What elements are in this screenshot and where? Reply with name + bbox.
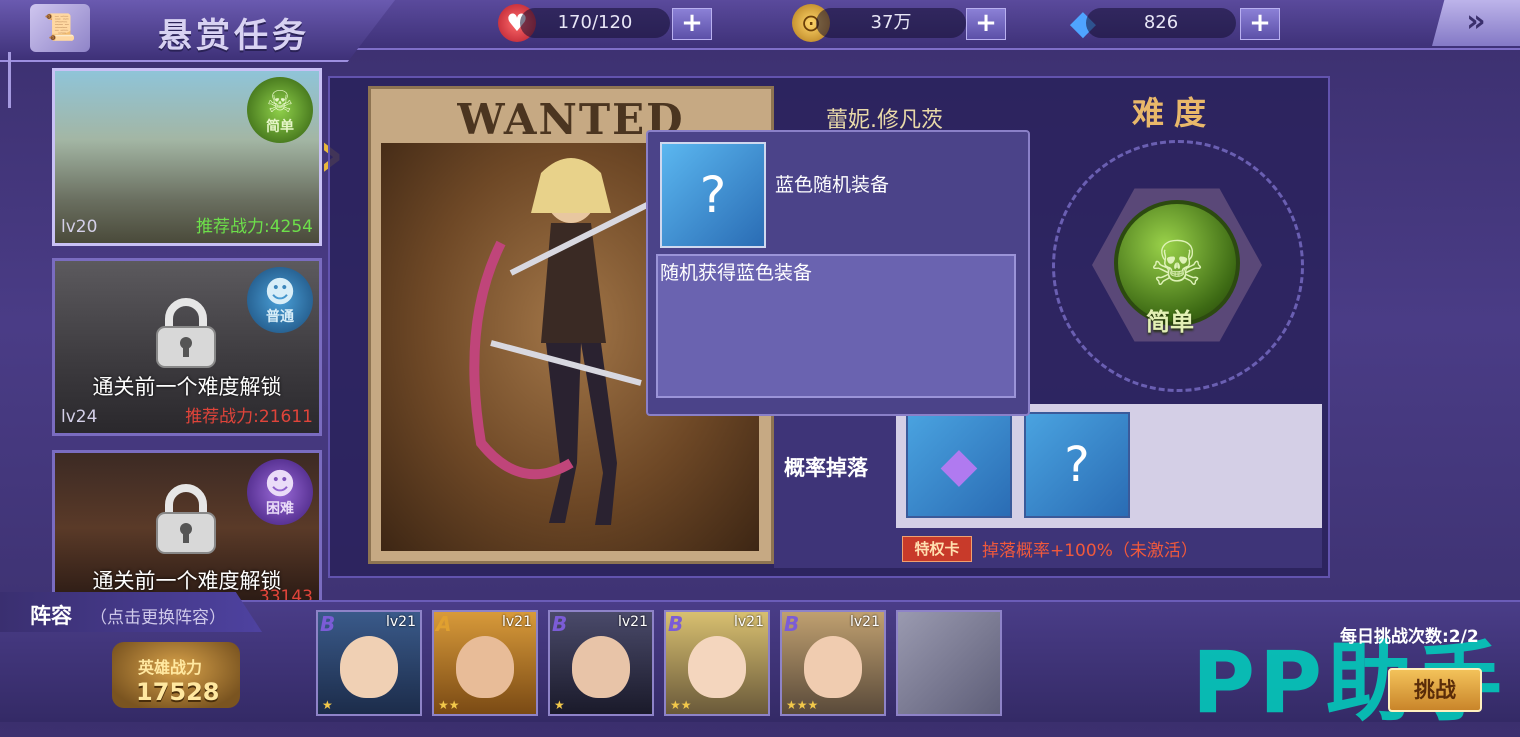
hero-level: lv21 [734,614,764,630]
drop-item-purple-crystal[interactable]: ◆ [906,412,1012,518]
lineup-title: 阵容 [30,604,72,628]
tooltip-description: 随机获得蓝色装备 [660,262,813,284]
stage-recommended-power: 推荐战力:21611 [185,407,313,427]
lineup-hint[interactable]: （点击更换阵容） [90,603,226,628]
difficulty-title: 难度 [1132,94,1217,132]
hero-power-title: 英雄战力 [138,658,203,677]
stamina-value: 170/120 [557,12,633,33]
difficulty-level: 简单 [1146,308,1194,336]
hero-slot-3[interactable]: B lv21 ★ [548,610,654,716]
add-stamina-button[interactable]: + [672,8,712,40]
drops-label: 概率掉落 [784,456,868,480]
lock-icon [156,484,216,554]
purple-crystal-icon: ◆ [940,437,978,493]
tooltip-item-name: 蓝色随机装备 [775,174,890,196]
hero-rank: A [436,612,452,636]
hero-power-value: 17528 [136,678,220,706]
stage-difficulty-label: 普通 [266,308,294,325]
hero-stars: ★★ [670,698,692,712]
hero-slot-1[interactable]: B lv21 ★ [316,610,422,716]
hero-stars: ★ [554,698,565,712]
lock-icon [156,298,216,368]
add-gold-button[interactable]: + [966,8,1006,40]
scroll-indicator [8,52,11,108]
stage-card-normal[interactable]: ☻ 普通 通关前一个难度解锁 lv24 推荐战力:21611 [52,258,322,436]
hero-portrait [688,636,746,698]
hero-portrait [456,636,514,698]
hero-level: lv21 [618,614,648,630]
hero-rank: B [668,612,684,636]
demon-icon: ☻ 困难 [247,459,313,525]
hero-portrait [804,636,862,698]
hero-slot-2[interactable]: A lv21 ★★ [432,610,538,716]
add-gems-button[interactable]: + [1240,8,1280,40]
blue-random-equipment-icon: ? [660,142,766,248]
stage-recommended-power: 推荐战力:4254 [196,217,313,237]
hero-stars: ★★★ [786,698,819,712]
hero-level: lv21 [386,614,416,630]
hero-portrait [572,636,630,698]
challenge-button[interactable]: 挑战 [1388,668,1482,712]
stage-difficulty-label: 简单 [266,118,294,135]
hero-slot-4[interactable]: B lv21 ★★ [664,610,770,716]
gems-value: 826 [1143,12,1179,33]
privilege-card-badge[interactable]: 特权卡 [902,536,972,562]
demon-icon: ☻ 普通 [247,267,313,333]
page-title: 悬赏任务 [158,16,310,56]
hero-portrait [340,636,398,698]
scroll-icon: 📜 [30,4,90,52]
hero-level: lv21 [502,614,532,630]
hero-level: lv21 [850,614,880,630]
stage-level: lv20 [61,217,98,237]
stage-card-easy[interactable]: ☠ 简单 lv20 推荐战力:4254 [52,68,322,246]
daily-challenge-count: 每日挑战次数:2/2 [1340,627,1479,647]
hero-slot-empty[interactable] [896,610,1002,716]
hero-stars: ★★ [438,698,460,712]
skull-icon: ☠ 简单 [247,77,313,143]
hero-rank: B [320,612,336,636]
hero-rank: B [784,612,800,636]
stage-card-hard[interactable]: ☻ 困难 通关前一个难度解锁 33143 [52,450,322,606]
drop-item-random-equipment[interactable]: ? [1024,412,1130,518]
blue-random-equipment-icon: ? [1064,437,1090,493]
gold-bar: 37万 [816,8,966,38]
hero-stars: ★ [322,698,333,712]
stamina-bar: 170/120 [520,8,670,38]
back-button[interactable]: » [1432,0,1520,46]
stage-level: lv24 [61,407,98,427]
gems-bar: 826 [1086,8,1236,38]
hero-rank: B [552,612,568,636]
gold-value: 37万 [870,12,912,33]
unlock-hint: 通关前一个难度解锁 [92,375,282,399]
privilege-drop-bonus: 掉落概率+100%（未激活） [982,541,1198,561]
stage-difficulty-label: 困难 [266,500,294,517]
hero-slot-5[interactable]: B lv21 ★★★ [780,610,886,716]
